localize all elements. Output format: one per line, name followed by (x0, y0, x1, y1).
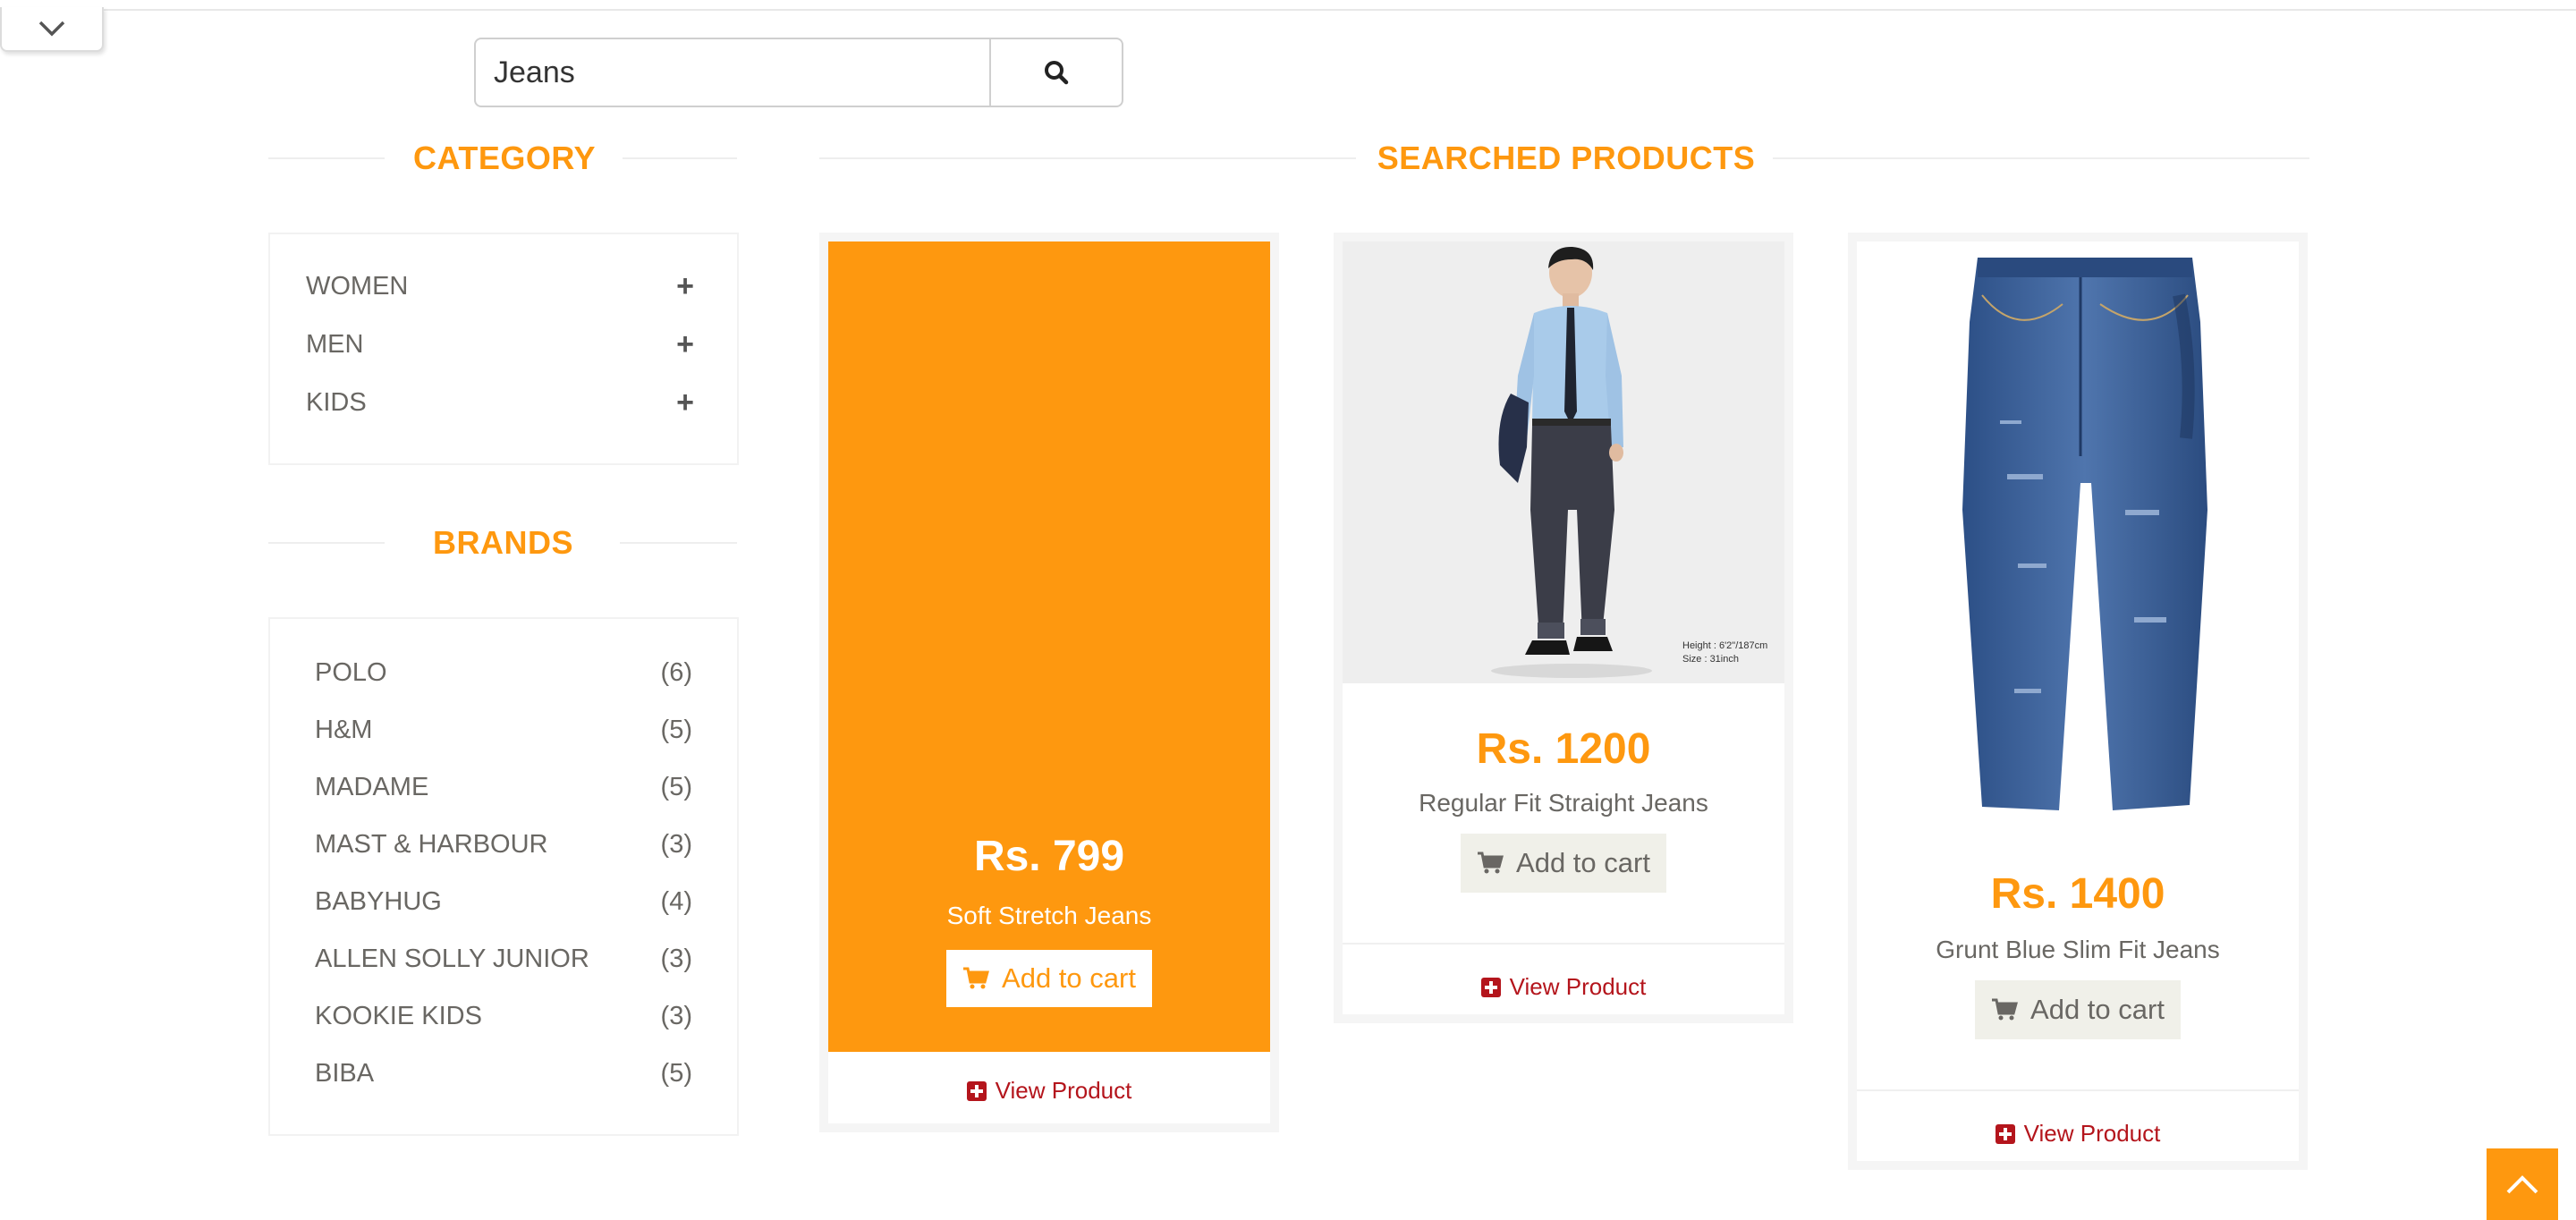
category-item-label: KIDS (306, 387, 367, 417)
collapse-header-toggle[interactable] (0, 7, 104, 52)
search-input[interactable] (474, 38, 993, 107)
brand-item-biba[interactable]: BIBA (5) (315, 1055, 692, 1091)
view-product-link[interactable]: View Product (828, 1077, 1270, 1105)
brand-count: (6) (660, 657, 692, 687)
brand-name: H&M (315, 715, 373, 744)
searched-products-heading: SEARCHED PRODUCTS (819, 140, 2310, 177)
image-caption: Height : 6'2"/187cm (1682, 640, 1767, 651)
category-item-kids[interactable]: KIDS + (306, 385, 694, 420)
chevron-down-icon (38, 21, 65, 37)
brand-count: (3) (660, 1001, 692, 1030)
cart-icon (1478, 851, 1504, 874)
category-title: CATEGORY (413, 140, 597, 176)
brand-item-mast-harbour[interactable]: MAST & HARBOUR (3) (315, 826, 692, 862)
category-panel: WOMEN + MEN + KIDS + (268, 233, 739, 465)
category-item-men[interactable]: MEN + (306, 326, 694, 362)
divider (1343, 943, 1784, 945)
brand-name: BABYHUG (315, 886, 442, 916)
category-item-label: WOMEN (306, 271, 409, 301)
plus-square-icon (1995, 1123, 2015, 1144)
top-bar (0, 0, 2576, 11)
brand-item-kookie-kids[interactable]: KOOKIE KIDS (3) (315, 998, 692, 1034)
view-product-link[interactable]: View Product (1343, 973, 1784, 1001)
product-card: Rs. 1400 Grunt Blue Slim Fit Jeans Add t… (1848, 233, 2308, 1170)
add-to-cart-label: Add to cart (1516, 847, 1650, 878)
brand-item-babyhug[interactable]: BABYHUG (4) (315, 884, 692, 919)
brand-item-hm[interactable]: H&M (5) (315, 712, 692, 748)
product-price: Rs. 1400 (1990, 870, 2165, 918)
brand-name: BIBA (315, 1058, 375, 1088)
brands-panel: POLO (6) H&M (5) MADAME (5) MAST & HARBOUR (… (268, 617, 739, 1136)
brand-item-allen-solly-junior[interactable]: ALLEN SOLLY JUNIOR (3) (315, 941, 692, 977)
plus-icon[interactable]: + (676, 327, 694, 362)
search-bar (474, 38, 1123, 107)
product-price: Rs. 1200 (1476, 725, 1651, 773)
product-name: Grunt Blue Slim Fit Jeans (1936, 936, 2220, 963)
brand-count: (3) (660, 829, 692, 859)
plus-icon[interactable]: + (676, 269, 694, 304)
product-price: Rs. 799 (973, 833, 1125, 880)
product-card: Rs. 799 Soft Stretch Jeans Add to cart V… (819, 233, 1279, 1132)
add-to-cart-button[interactable]: Add to cart (946, 950, 1152, 1007)
brand-count: (5) (660, 772, 692, 801)
add-to-cart-label: Add to cart (2030, 994, 2165, 1025)
brand-name: MAST & HARBOUR (315, 829, 548, 859)
searched-products-title: SEARCHED PRODUCTS (1377, 140, 1756, 176)
product-image (1857, 241, 2299, 832)
view-product-label: View Product (1509, 973, 1647, 1000)
brands-heading: BRANDS (268, 524, 737, 562)
product-photo-man-jeans: Height : 6'2"/187cm Size : 31inch (1343, 241, 1784, 683)
add-to-cart-button[interactable]: Add to cart (1461, 834, 1666, 893)
brand-item-polo[interactable]: POLO (6) (315, 655, 692, 690)
brand-name: KOOKIE KIDS (315, 1001, 482, 1030)
category-item-label: MEN (306, 329, 364, 359)
brand-count: (3) (660, 944, 692, 973)
product-card: Height : 6'2"/187cm Size : 31inch Rs. 12… (1334, 233, 1793, 1023)
brand-item-madame[interactable]: MADAME (5) (315, 769, 692, 805)
product-name: Soft Stretch Jeans (946, 902, 1152, 929)
category-heading: CATEGORY (268, 140, 737, 177)
product-hover-overlay: Rs. 799 Soft Stretch Jeans Add to cart (828, 241, 1270, 1052)
search-icon (1045, 61, 1069, 85)
chevron-up-icon (2506, 1175, 2538, 1194)
brand-count: (5) (660, 1058, 692, 1088)
brand-name: MADAME (315, 772, 429, 801)
add-to-cart-label: Add to cart (1002, 962, 1136, 994)
add-to-cart-button[interactable]: Add to cart (1975, 980, 2181, 1039)
brands-title: BRANDS (433, 524, 574, 561)
cart-icon (963, 967, 989, 989)
category-item-women[interactable]: WOMEN + (306, 268, 694, 304)
product-photo-blue-jeans (1962, 258, 2207, 810)
plus-square-icon (966, 1080, 987, 1101)
view-product-label: View Product (2023, 1120, 2161, 1147)
product-name: Regular Fit Straight Jeans (1419, 789, 1708, 817)
divider (1857, 1089, 2299, 1091)
plus-square-icon (1480, 977, 1501, 997)
view-product-label: View Product (995, 1077, 1132, 1104)
brand-name: POLO (315, 657, 387, 687)
brand-name: ALLEN SOLLY JUNIOR (315, 944, 589, 973)
search-button[interactable] (989, 38, 1123, 107)
view-product-link[interactable]: View Product (1857, 1120, 2299, 1148)
scroll-to-top-button[interactable] (2487, 1148, 2558, 1220)
product-image: Height : 6'2"/187cm Size : 31inch (1343, 241, 1784, 683)
brand-count: (5) (660, 715, 692, 744)
cart-icon (1992, 998, 2018, 1021)
plus-icon[interactable]: + (676, 385, 694, 420)
brand-count: (4) (660, 886, 692, 916)
image-caption: Size : 31inch (1682, 654, 1739, 665)
